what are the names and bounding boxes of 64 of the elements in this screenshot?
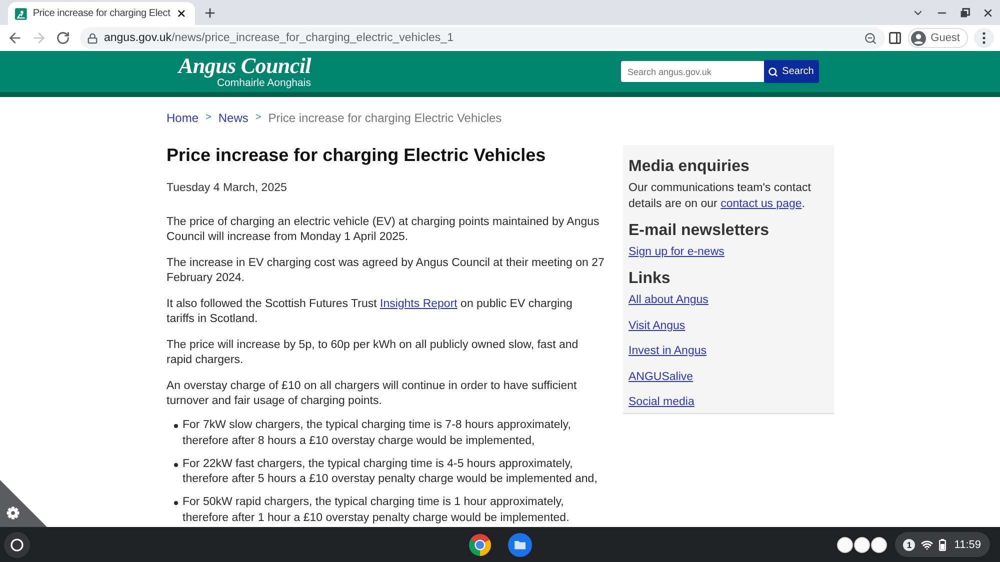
folder-icon[interactable] — [508, 532, 532, 556]
zoom-out-icon[interactable] — [864, 32, 877, 44]
breadcrumb-current: Price increase for charging Electric Vehicles — [268, 110, 502, 126]
browser-tab[interactable]: Price increase for charging Elect — [8, 2, 195, 25]
paragraph: An overstay charge of £10 on all chargers will continue in order to have sufficient turnover and fair usage of charging points. — [166, 378, 578, 409]
wifi-icon — [921, 538, 934, 550]
breadcrumb-link[interactable]: News — [218, 110, 248, 126]
sidebar-link[interactable]: ANGUSalive — [628, 368, 694, 384]
notification-count: 1 — [903, 538, 916, 550]
settings-icon[interactable] — [0, 480, 47, 527]
sidebar-heading: E-mail newsletters — [628, 221, 770, 241]
tab-title: Price increase for charging Elect — [32, 8, 170, 19]
avatar-icon — [910, 30, 926, 46]
sidebar-link[interactable]: All about Angus — [628, 292, 708, 308]
url-path: /news/price_increase_for_charging_electric_vehicles_1 — [172, 32, 454, 44]
breadcrumb-separator: > — [255, 111, 262, 125]
search-icon — [768, 66, 778, 76]
sidebar-link[interactable]: Invest in Angus — [628, 343, 706, 359]
launcher-icon[interactable] — [4, 532, 30, 558]
paragraph: The price will increase by 5p, to 60p per kWh on all publicly owned slow, fast and rapid chargers. — [166, 338, 580, 368]
list-item-text: For 22kW fast chargers, the typical charging time is 4-5 hours approximately, therefore after 5 hours a £10 overstay penalty charge would be implemented and, — [182, 456, 598, 487]
list-item-text: For 50kW rapid chargers, the typical charging time is 1 hour approximately, therefore after 1 hour a £10 overstay penalty charge would be implemented. — [182, 495, 570, 526]
close-icon[interactable] — [982, 6, 994, 18]
lock-icon[interactable] — [87, 32, 98, 44]
bullet-icon — [174, 462, 178, 466]
profile-button[interactable]: Guest — [908, 28, 968, 48]
article-title: Price increase for charging Electric Vehicles — [166, 144, 547, 167]
reload-icon[interactable] — [56, 31, 70, 45]
text-link[interactable]: Insights Report — [380, 298, 458, 310]
list-item-text: For 7kW slow chargers, the typical charging time is 7-8 hours approximately, therefore after 8 hours a £10 overstay charge would be implemented, — [182, 418, 571, 448]
bullet-icon — [174, 424, 178, 428]
article-date: Tuesday 4 March, 2025 — [166, 181, 288, 196]
sidebar-link[interactable]: Social media — [628, 394, 694, 410]
close-icon[interactable] — [176, 8, 187, 19]
logo-wordmark[interactable]: Angus Council — [178, 54, 311, 76]
sidebar-link[interactable]: Sign up for e-news — [628, 244, 724, 260]
site-favicon-icon — [15, 8, 27, 20]
paragraph: The price of charging an electric vehicle (EV) at charging points maintained by Angus Council will increase from Monday 1 April 2025. — [166, 214, 600, 245]
search-button[interactable]: Search — [764, 60, 818, 83]
breadcrumb-separator: > — [206, 111, 212, 125]
url-host: angus.gov.uk — [104, 32, 172, 44]
text-link[interactable]: contact us page — [720, 198, 802, 210]
clock-time: 11:59 — [954, 538, 981, 550]
thumbnail-placeholder[interactable] — [871, 536, 888, 552]
address-bar[interactable]: angus.gov.uk/news/price_increase_for_charging_electric_vehicles_1 — [80, 27, 885, 49]
menu-icon[interactable] — [974, 28, 994, 48]
logo-subtitle: Comhairle Aonghais — [216, 76, 311, 88]
search-field[interactable]: Search angus.gov.uk — [620, 61, 764, 82]
paragraph: The increase in EV charging cost was agreed by Angus Council at their meeting on 27 February 2024. — [166, 256, 606, 286]
sidebar-heading: Media enquiries — [628, 157, 750, 177]
sidebar-link[interactable]: Visit Angus — [628, 318, 686, 334]
thumbnail-placeholder[interactable] — [854, 536, 870, 552]
status-area[interactable]: 1 11:59 — [895, 532, 990, 557]
battery-icon — [939, 538, 946, 550]
side-panel-icon[interactable] — [888, 31, 902, 45]
restore-icon[interactable] — [960, 8, 970, 18]
thumbnail-placeholder[interactable] — [837, 536, 854, 552]
breadcrumb-link[interactable]: Home — [166, 110, 199, 126]
bullet-icon — [174, 501, 178, 505]
browser-logo-icon[interactable] — [468, 532, 492, 556]
sidebar-heading: Links — [628, 269, 672, 289]
paragraph: It also followed the Scottish Futures Trust Insights Report on public EV charging tariffs in Scotland. — [166, 296, 574, 327]
sidebar-text: Our communications team's contact details are on our contact us page. — [628, 181, 812, 212]
plus-icon[interactable] — [203, 6, 217, 20]
